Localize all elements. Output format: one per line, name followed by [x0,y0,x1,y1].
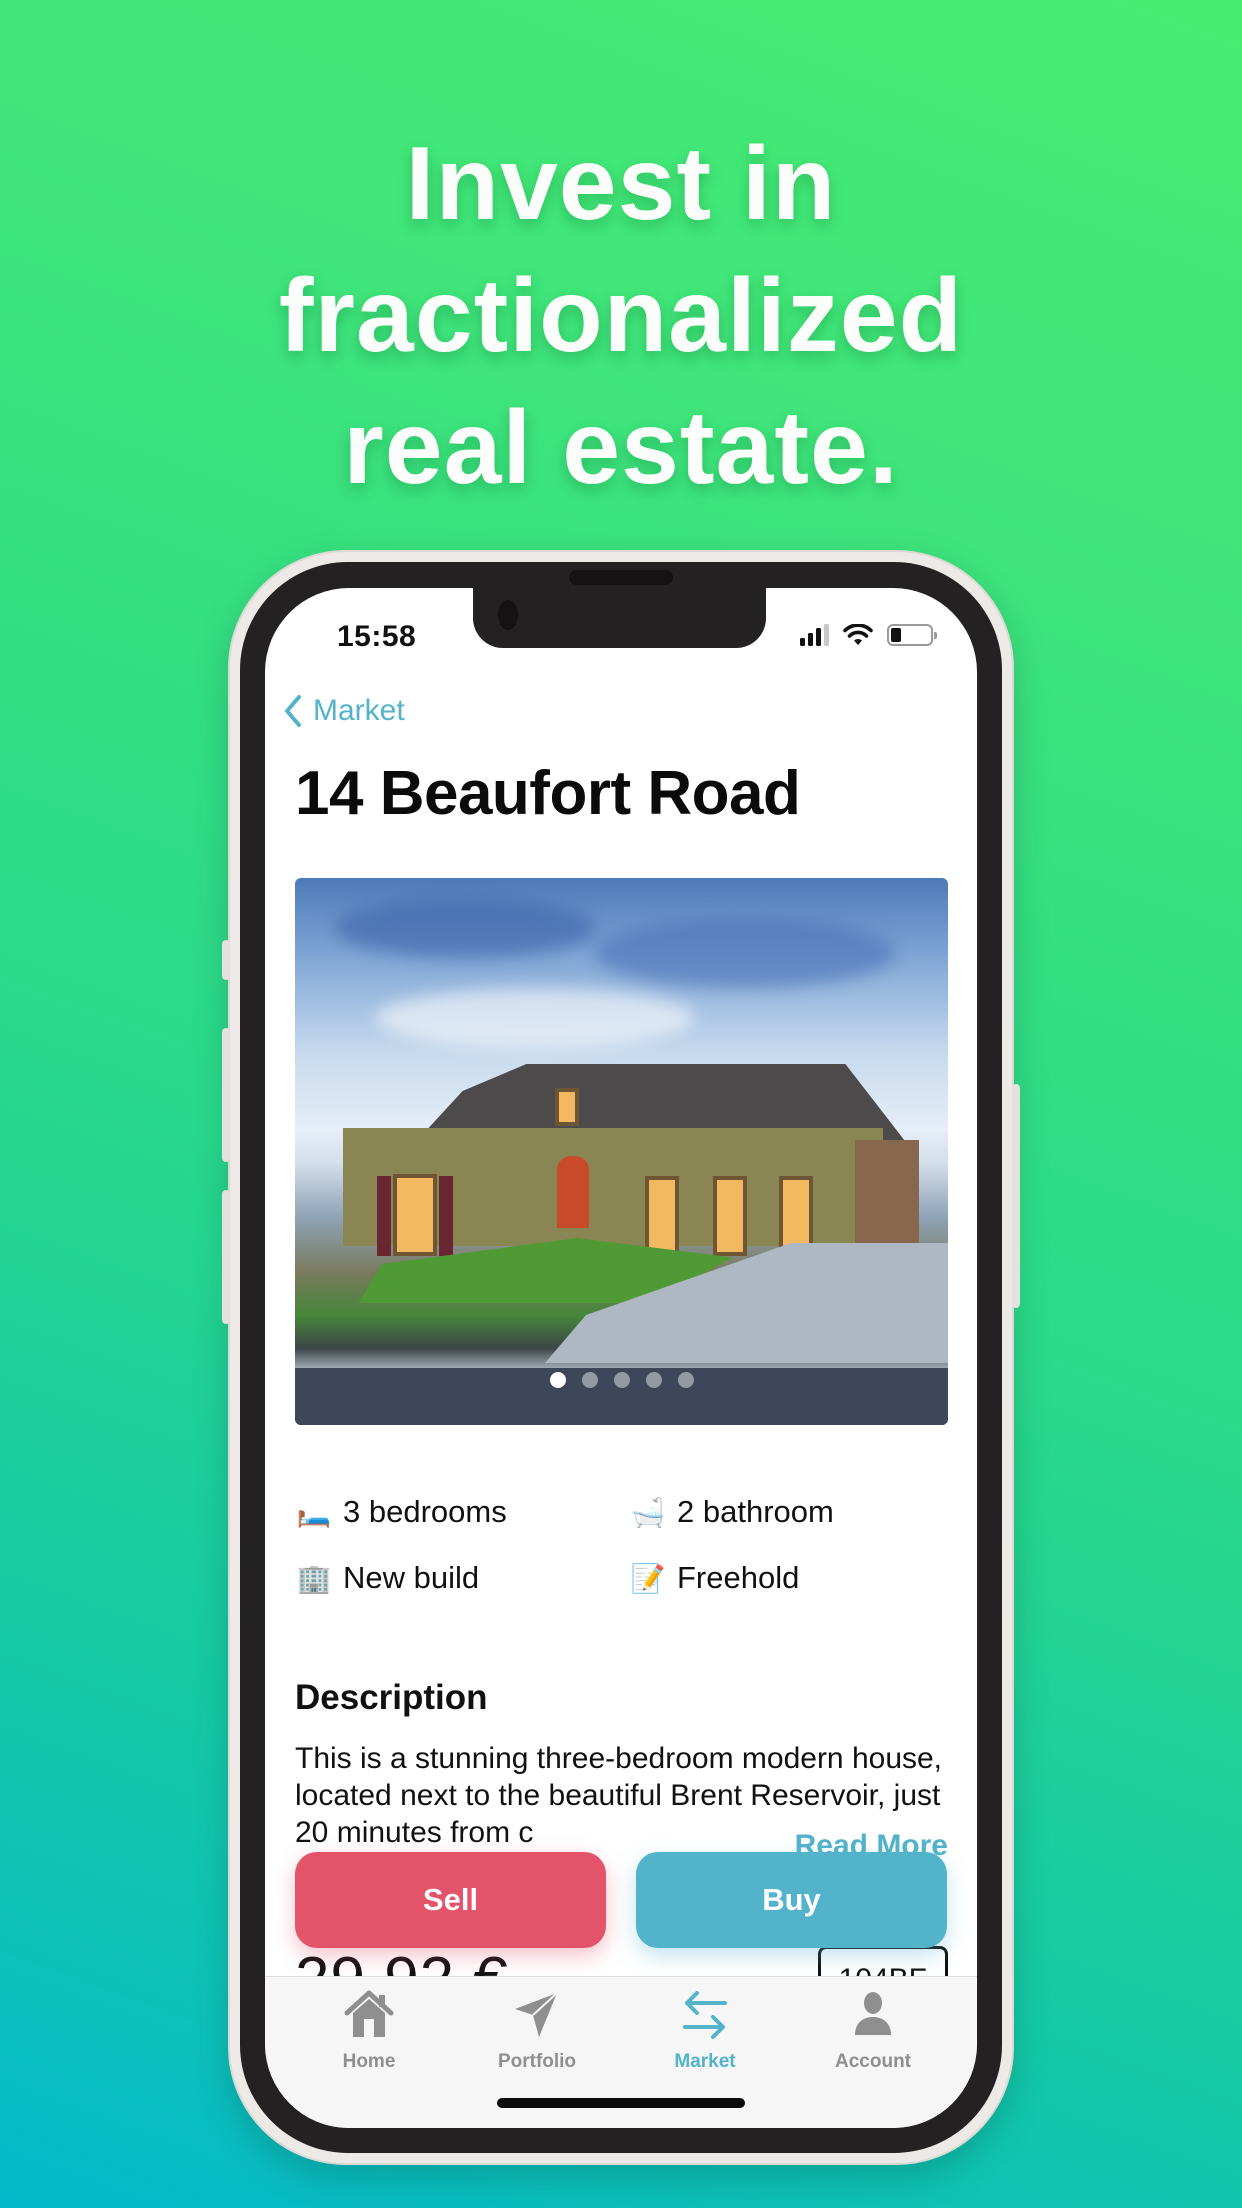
mute-switch [222,940,230,980]
person-icon [855,1992,891,2035]
headline-line-2: fractionalized [278,258,964,374]
carousel-dot-1[interactable] [549,1372,566,1388]
carousel-dot-5[interactable] [677,1372,694,1388]
paper-plane-icon [515,1992,558,2037]
buy-button[interactable]: Buy [636,1852,947,1948]
feature-build-type: 🏢 New build [295,1560,629,1595]
bathtub-icon: 🛁 [630,1496,666,1528]
wifi-icon [843,624,873,645]
notch [473,588,766,648]
building-icon: 🏢 [296,1562,332,1594]
tab-label: Portfolio [497,2051,577,2072]
feature-label: 3 bedrooms [343,1494,507,1529]
signal-icon [800,624,829,646]
tab-label: Account [835,2051,911,2072]
home-indicator [497,2098,745,2108]
phone-screen: 15:58 Market 14 Beaufort Road 🛏️ 3 bedro… [265,588,977,2128]
feature-bedrooms: 🛏️ 3 bedrooms [295,1494,629,1529]
description-heading: Description [295,1678,488,1717]
back-label: Market [313,694,405,727]
headline-line-3: real estate. [343,390,899,506]
headline-line-1: Invest in [405,126,837,242]
tab-account[interactable]: Account [798,1977,948,2128]
carousel-dot-2[interactable] [581,1372,598,1388]
tab-label: Market [674,2051,736,2072]
feature-bathrooms: 🛁 2 bathroom [629,1494,948,1529]
status-time: 15:58 [337,620,417,653]
house-photo[interactable] [295,878,948,1425]
tab-label: Home [342,2051,396,2072]
feature-label: 2 bathroom [677,1494,834,1529]
feature-tenure: 📝 Freehold [629,1560,948,1595]
power-button [1012,1084,1020,1308]
sell-button[interactable]: Sell [295,1852,606,1948]
carousel-dot-4[interactable] [645,1372,662,1388]
swap-arrows-icon [683,1991,727,2039]
chevron-left-icon [285,695,301,727]
property-title: 14 Beaufort Road [295,759,801,828]
carousel-dot-3[interactable] [613,1372,630,1388]
battery-icon [887,624,937,646]
carousel-dots [295,1372,948,1388]
home-icon [344,1990,394,2037]
earpiece-speaker [569,570,673,585]
feature-label: New build [343,1560,480,1595]
status-icons [800,624,937,646]
marketing-headline: Invest in fractionalized real estate. [0,118,1242,514]
property-features: 🛏️ 3 bedrooms 🛁 2 bathroom 🏢 New build 📝… [295,1494,948,1595]
volume-up-button [222,1028,230,1162]
volume-down-button [222,1190,230,1324]
memo-icon: 📝 [630,1562,666,1594]
feature-label: Freehold [677,1560,800,1595]
front-camera [498,600,518,630]
bed-icon: 🛏️ [296,1496,332,1528]
back-button[interactable]: Market [283,694,405,728]
tab-home[interactable]: Home [294,1977,444,2128]
